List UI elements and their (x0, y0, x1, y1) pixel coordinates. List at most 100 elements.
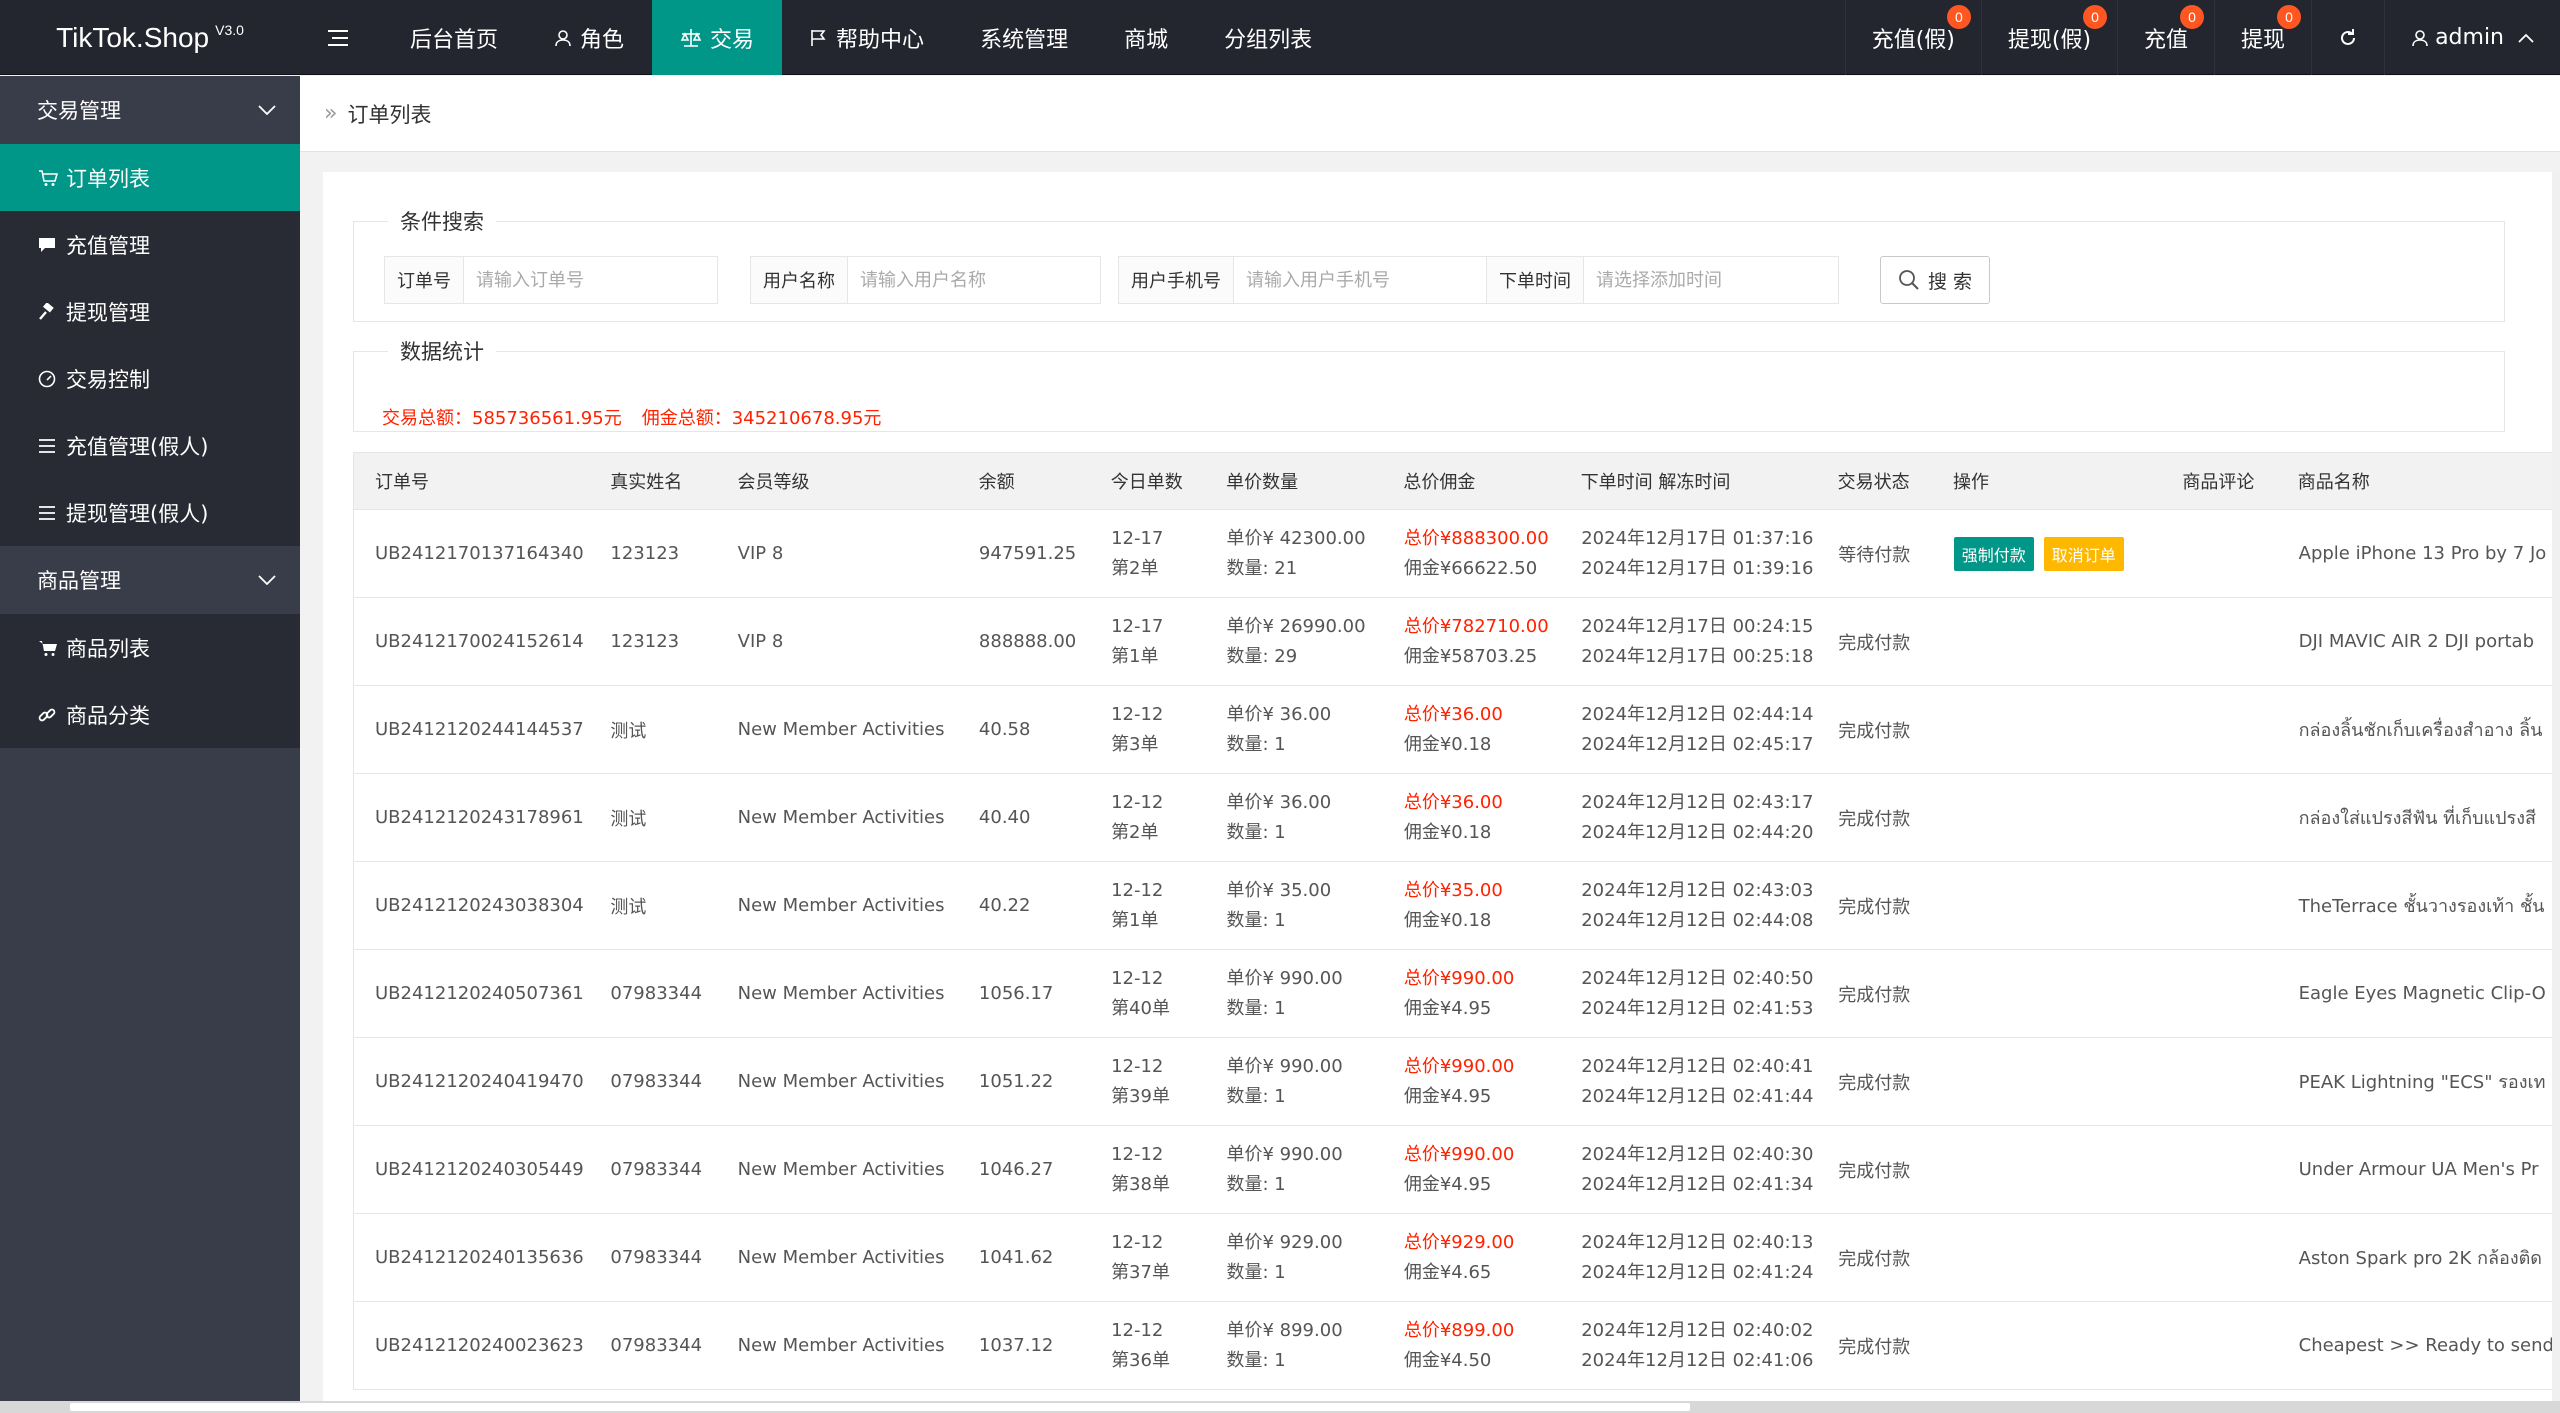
username-label: 用户名称 (751, 257, 848, 303)
order-time-input[interactable] (1584, 257, 1838, 303)
sidebar-group-product[interactable]: 商品管理 (0, 546, 300, 614)
cell-real-name: 123123 (610, 631, 680, 652)
username-input[interactable] (848, 257, 1100, 303)
column-header: 商品评论 (2182, 472, 2255, 493)
nav-mall[interactable]: 商城 (1096, 0, 1196, 75)
table-row[interactable]: UB2412120243038304 测试 New Member Activitie… (353, 862, 2560, 950)
cell-today-orders-line1: 12-12 (1111, 1231, 1164, 1253)
cell-member-level: VIP 8 (737, 631, 784, 652)
search-panel: 条件搜索 订单号 用户名称 用户手机号 下单时间 搜 索 (353, 206, 2505, 322)
sidebar-item-label: 订单列表 (66, 166, 150, 191)
horizontal-scrollbar-thumb[interactable] (70, 1403, 1690, 1411)
sidebar-item-product-list[interactable]: 商品列表 (0, 614, 300, 681)
cell-product-name: DJI MAVIC AIR 2 DJI portab (2298, 631, 2535, 652)
cell-order-time: 2024年12月12日 02:40:02 2024年12月12日 02:41:06 (1560, 1316, 1817, 1376)
nav-fake-withdraw[interactable]: 提现(假) 0 (1980, 0, 2117, 75)
cell-product-name: PEAK Lightning "ECS" รองเท (2298, 1072, 2546, 1093)
vertical-scrollbar[interactable] (2552, 172, 2560, 1413)
sidebar-item-fake-withdraw[interactable]: 提现管理(假人) (0, 479, 300, 546)
cell-order-time-line2: 2024年12月12日 02:44:20 (1581, 821, 1814, 843)
sidebar-item-recharge[interactable]: 充值管理 (0, 211, 300, 278)
cell-order-time: 2024年12月12日 02:43:17 2024年12月12日 02:44:20 (1560, 788, 1817, 848)
cell-total-commission-line1: 总价¥990.00 (1403, 1055, 1515, 1077)
table-row[interactable]: UB2412170024152614 123123 VIP 8 888888.00 12… (353, 598, 2560, 686)
cell-order-time-line1: 2024年12月12日 02:40:50 (1581, 967, 1814, 989)
column-header: 操作 (1952, 472, 1989, 493)
cell-total-commission-line1: 总价¥929.00 (1403, 1231, 1515, 1253)
table-row[interactable]: UB2412120240419470 07983344 New Member Act… (353, 1038, 2560, 1126)
sidebar-item-product-category[interactable]: 商品分类 (0, 681, 300, 748)
sidebar-item-trade-control[interactable]: 交易控制 (0, 345, 300, 412)
list-icon (38, 505, 60, 521)
cell-total-commission: 总价¥990.00 佣金¥4.95 (1383, 1052, 1560, 1112)
table-row[interactable]: UB2412170137164340 123123 VIP 8 947591.25 12… (353, 510, 2560, 598)
cell-status: 等待付款 (1838, 544, 1911, 566)
cart-icon (38, 169, 60, 187)
cell-balance: 1046.27 (978, 1159, 1054, 1180)
cell-today-orders: 12-12 第1单 (1090, 876, 1205, 936)
nav-role[interactable]: 角色 (526, 0, 652, 75)
cell-price-quantity: 单价¥ 42300.00 数量: 21 (1205, 524, 1382, 584)
cell-member-level: New Member Activities (737, 1247, 945, 1268)
cell-member-level: New Member Activities (737, 719, 945, 740)
cell-price-quantity-line1: 单价¥ 990.00 (1226, 1143, 1343, 1165)
table-row[interactable]: UB2412120240023623 07983344 New Member Act… (353, 1302, 2560, 1390)
stats-panel-title: 数据统计 (400, 340, 484, 364)
sidebar-item-withdraw[interactable]: 提现管理 (0, 278, 300, 345)
cell-status: 完成付款 (1838, 720, 1911, 742)
cell-total-commission-line1: 总价¥990.00 (1403, 967, 1515, 989)
cell-today-orders: 12-12 第36单 (1090, 1316, 1205, 1376)
nav-help[interactable]: 帮助中心 (782, 0, 952, 75)
breadcrumb-current[interactable]: 订单列表 (347, 99, 431, 129)
column-header: 订单号 (375, 472, 429, 493)
refresh-button[interactable] (2311, 0, 2384, 75)
cell-total-commission-line1: 总价¥36.00 (1403, 791, 1503, 813)
cell-today-orders-line2: 第38单 (1111, 1173, 1170, 1195)
user-menu[interactable]: admin (2384, 0, 2560, 75)
table-row[interactable]: UB2412120240305449 07983344 New Member Act… (353, 1126, 2560, 1214)
cell-price-quantity-line2: 数量: 21 (1226, 557, 1298, 579)
nav-home[interactable]: 后台首页 (382, 0, 526, 75)
sidebar-item-fake-recharge[interactable]: 充值管理(假人) (0, 412, 300, 479)
cell-order-id: UB2412120240135636 (375, 1247, 584, 1268)
horizontal-scrollbar[interactable] (0, 1401, 2560, 1413)
phone-input[interactable] (1234, 257, 1487, 303)
force-pay-button[interactable]: 强制付款 (1953, 536, 2034, 571)
cell-order-time-line2: 2024年12月17日 00:25:18 (1581, 645, 1814, 667)
cell-member-level: New Member Activities (737, 807, 945, 828)
nav-fake-recharge[interactable]: 充值(假) 0 (1844, 0, 1981, 75)
cell-total-commission: 总价¥899.00 佣金¥4.50 (1383, 1316, 1560, 1376)
cell-order-time: 2024年12月12日 02:40:50 2024年12月12日 02:41:53 (1560, 964, 1817, 1024)
column-header: 商品名称 (2297, 472, 2370, 493)
cell-order-id: UB2412170024152614 (375, 631, 584, 652)
sidebar-item-order-list[interactable]: 订单列表 (0, 144, 300, 211)
cell-order-time-line1: 2024年12月17日 00:24:15 (1581, 615, 1814, 637)
cell-balance: 888888.00 (978, 631, 1077, 652)
sidebar-item-label: 充值管理 (66, 233, 150, 258)
cell-balance: 40.58 (978, 719, 1031, 740)
main-content: 条件搜索 订单号 用户名称 用户手机号 下单时间 搜 索 数据统计 交易总额：5… (323, 172, 2560, 1413)
cell-real-name: 测试 (610, 896, 647, 918)
nav-system[interactable]: 系统管理 (952, 0, 1096, 75)
nav-trade[interactable]: 交易 (652, 0, 783, 75)
cell-real-name: 123123 (610, 543, 680, 564)
cell-price-quantity-line2: 数量: 1 (1226, 1349, 1286, 1371)
nav-withdraw[interactable]: 提现 0 (2214, 0, 2311, 75)
fake-withdraw-badge: 0 (2083, 5, 2108, 29)
order-id-input[interactable] (464, 257, 717, 303)
table-row[interactable]: UB2412120240135636 07983344 New Member Act… (353, 1214, 2560, 1302)
table-row[interactable]: UB2412120240507361 07983344 New Member Act… (353, 950, 2560, 1038)
search-button[interactable]: 搜 索 (1880, 256, 1990, 304)
sidebar-group-trade[interactable]: 交易管理 (0, 76, 300, 144)
menu-toggle-button[interactable] (302, 0, 382, 75)
cancel-order-button[interactable]: 取消订单 (2043, 536, 2124, 571)
cell-price-quantity-line1: 单价¥ 35.00 (1226, 879, 1332, 901)
table-row[interactable]: UB2412120243178961 测试 New Member Activitie… (353, 774, 2560, 862)
cell-total-commission-line2: 佣金¥4.50 (1403, 1349, 1492, 1371)
cell-price-quantity-line1: 单价¥ 36.00 (1226, 703, 1332, 725)
logo[interactable]: TikTok.Shop V3.0 (0, 0, 300, 75)
table-row[interactable]: UB2412120244144537 测试 New Member Activitie… (353, 686, 2560, 774)
cell-total-commission: 总价¥888300.00 佣金¥66622.50 (1383, 524, 1560, 584)
nav-recharge[interactable]: 充值 0 (2117, 0, 2214, 75)
nav-group-list[interactable]: 分组列表 (1196, 0, 1340, 75)
